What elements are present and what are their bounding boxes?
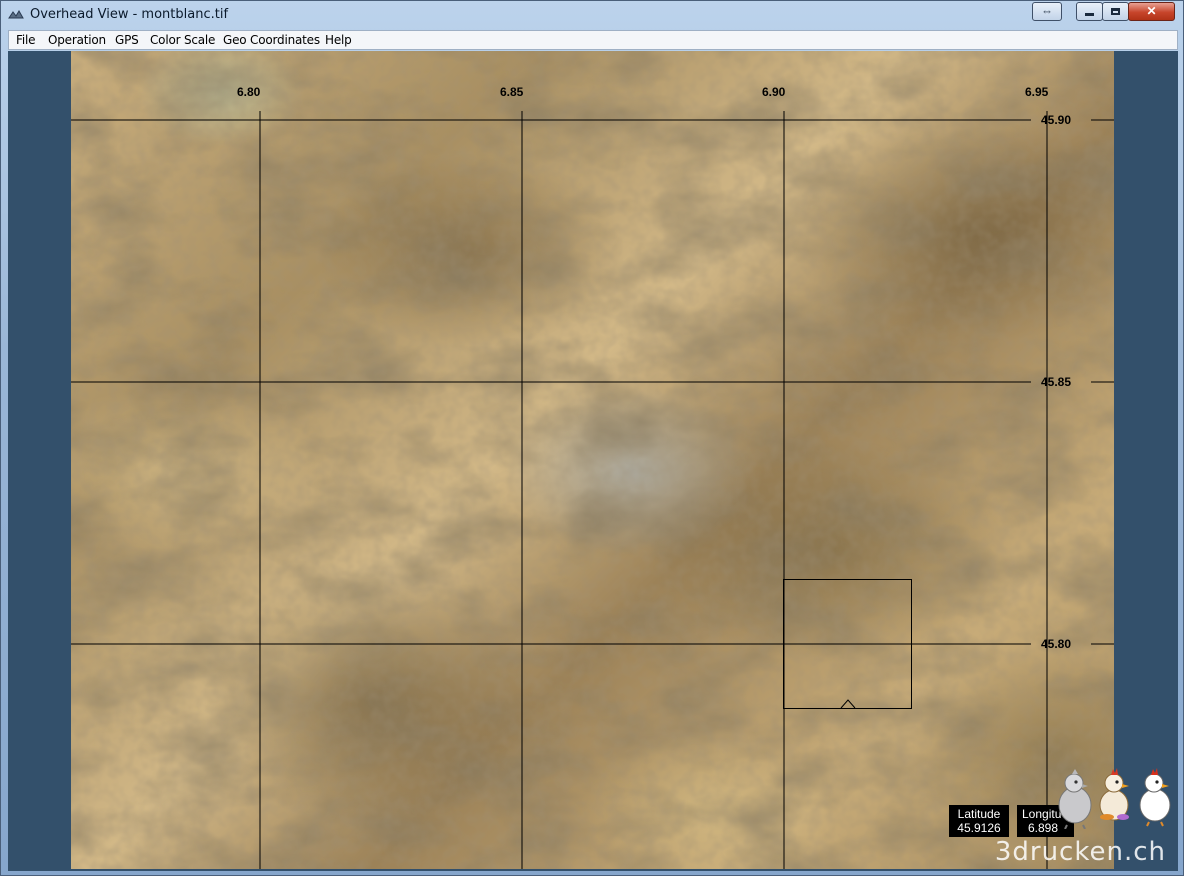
lat-label-4585: 45.85 [1041, 375, 1072, 389]
latitude-readout: Latitude 45.9126 [949, 805, 1009, 837]
menu-color-scale[interactable]: Color Scale [150, 33, 215, 47]
watermark-text: 3drucken.ch [994, 837, 1166, 867]
latitude-label: Latitude [957, 807, 1001, 821]
mascot-chicken-white-icon [1139, 768, 1171, 827]
terrain-shading [71, 51, 1114, 869]
close-button[interactable]: ✕ [1128, 2, 1175, 21]
client-area: 6.80 6.85 6.90 6.95 45.90 45.85 45.80 La… [8, 51, 1178, 871]
lat-label-4580: 45.80 [1041, 637, 1072, 651]
latitude-value: 45.9126 [957, 821, 1001, 835]
maximize-button[interactable] [1102, 2, 1129, 21]
lon-label-680: 6.80 [237, 85, 261, 99]
maximize-icon [1111, 8, 1120, 16]
lat-label-4590: 45.90 [1041, 113, 1072, 127]
terrain-map[interactable]: 6.80 6.85 6.90 6.95 45.90 45.85 45.80 [71, 51, 1114, 869]
menu-file[interactable]: File [16, 33, 35, 47]
menu-gps[interactable]: GPS [115, 33, 139, 47]
title-bar[interactable]: Overhead View - montblanc.tif ⇔ ✕ [1, 1, 1183, 29]
lon-label-690: 6.90 [762, 85, 786, 99]
lon-label-695: 6.95 [1025, 85, 1049, 99]
minimize-icon [1085, 13, 1094, 17]
lon-label-685: 6.85 [500, 85, 524, 99]
selection-rectangle[interactable] [783, 579, 912, 709]
mascot-chicken-orange-icon [1099, 768, 1129, 821]
menu-help[interactable]: Help [325, 33, 352, 47]
app-icon [8, 8, 24, 22]
terrain-texture-layer [71, 51, 1114, 869]
minimize-button[interactable] [1076, 2, 1103, 21]
menu-geo-coordinates[interactable]: Geo Coordinates [223, 33, 320, 47]
window-title: Overhead View - montblanc.tif [30, 7, 229, 22]
overhead-view-window: Overhead View - montblanc.tif ⇔ ✕ File O… [0, 0, 1184, 876]
restore-size-button[interactable]: ⇔ [1032, 2, 1062, 21]
menu-bar: File Operation GPS Color Scale Geo Coord… [8, 30, 1178, 50]
menu-operation[interactable]: Operation [48, 33, 106, 47]
